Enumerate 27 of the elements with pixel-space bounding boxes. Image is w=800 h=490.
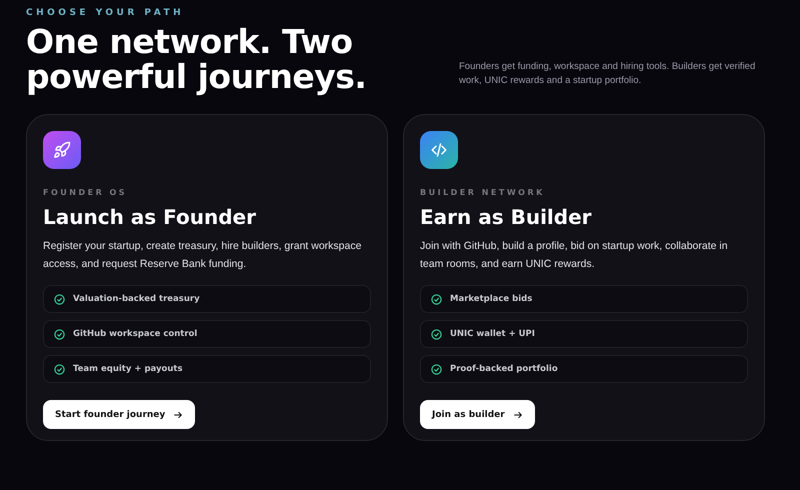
- rocket-icon: [53, 141, 71, 159]
- intro-text: Founders get funding, workspace and hiring tools. Builders get verified work, UNIC rewards and a startup portfolio.: [459, 60, 756, 88]
- feature-label: Valuation-backed treasury: [73, 294, 200, 304]
- card-title: Earn as Builder: [420, 205, 593, 229]
- arrow-right-icon: [173, 410, 184, 420]
- check-circle-icon: [431, 294, 442, 304]
- section-eyebrow: CHOOSE YOUR PATH: [26, 8, 186, 18]
- feature-label: UNIC wallet + UPI: [450, 329, 535, 339]
- section-heading: One network. Two powerful journeys.: [26, 24, 368, 94]
- card-title: Launch as Founder: [43, 205, 257, 229]
- arrow-right-icon: [512, 410, 523, 420]
- check-circle-icon: [54, 294, 65, 304]
- feature-label: Proof-backed portfolio: [450, 364, 558, 374]
- card-description: Register your startup, create treasury, hire builders, grant workspace access, and request Reserve Bank funding.: [43, 239, 362, 272]
- card-eyebrow: BUILDER NETWORK: [420, 188, 546, 197]
- check-circle-icon: [54, 364, 65, 374]
- check-circle-icon: [54, 328, 65, 340]
- feature-label: Marketplace bids: [450, 294, 532, 304]
- journey-button[interactable]: Start founder journey: [43, 400, 196, 429]
- journey-button[interactable]: Join as builder: [420, 400, 535, 429]
- card-description: Join with GitHub, build a profile, bid on startup work, collaborate in team rooms, and earn UNIC rewards.: [420, 239, 729, 272]
- code-icon: [430, 141, 448, 159]
- feature-label: Team equity + payouts: [73, 364, 183, 374]
- check-circle-icon: [431, 364, 442, 374]
- feature-label: GitHub workspace control: [73, 329, 198, 339]
- card-eyebrow: FOUNDER OS: [43, 188, 128, 197]
- check-circle-icon: [431, 328, 442, 340]
